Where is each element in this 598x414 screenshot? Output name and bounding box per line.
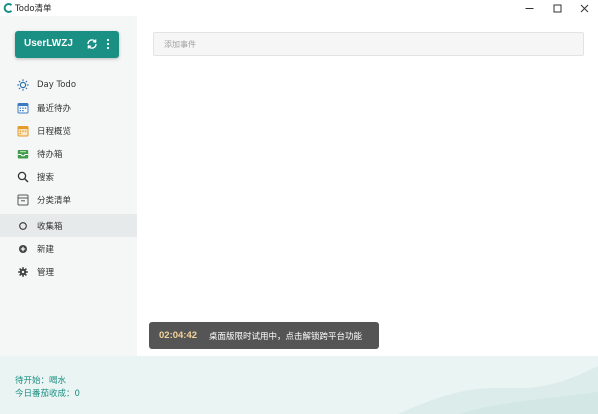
sidebar-item-label: 收集箱 xyxy=(37,221,63,232)
wave-decoration xyxy=(398,366,598,414)
user-card[interactable]: UserLWZJ xyxy=(15,31,119,58)
sidebar: UserLWZJ Day Todo 最近待办 日程概览 待办箱 搜索 分类清单 … xyxy=(0,16,137,356)
app-logo-icon xyxy=(3,3,13,13)
maximize-icon xyxy=(553,4,561,12)
sidebar-item-label: 日程概览 xyxy=(37,126,72,137)
inbox-icon xyxy=(17,149,29,158)
sidebar-item-label: 新建 xyxy=(37,244,55,255)
calendar-icon xyxy=(17,102,29,113)
close-icon xyxy=(580,4,588,12)
trial-toast[interactable]: 02:04:42 桌面版限时试用中，点击解锁跨平台功能 xyxy=(149,322,379,349)
more-vertical-icon[interactable] xyxy=(105,37,111,51)
sidebar-item-category-list[interactable]: 分类清单 xyxy=(0,188,137,211)
minimize-icon xyxy=(525,7,533,9)
sidebar-item-label: 最近待办 xyxy=(37,103,72,114)
trial-countdown: 02:04:42 xyxy=(159,330,198,341)
sidebar-item-search[interactable]: 搜索 xyxy=(0,165,137,188)
title-bar: Todo清单 xyxy=(0,0,598,16)
sidebar-item-label: Day Todo xyxy=(37,79,77,90)
search-icon xyxy=(17,171,29,182)
trial-message: 桌面版限时试用中，点击解锁跨平台功能 xyxy=(209,331,363,342)
schedule-icon xyxy=(17,125,29,136)
main-content xyxy=(137,16,598,356)
sidebar-item-recent[interactable]: 最近待办 xyxy=(0,96,137,119)
sidebar-item-inbox[interactable]: 待办箱 xyxy=(0,142,137,165)
sun-icon xyxy=(17,78,29,91)
gear-icon xyxy=(18,266,28,277)
sidebar-item-day-todo[interactable]: Day Todo xyxy=(0,73,137,96)
window-title: Todo清单 xyxy=(15,4,52,14)
sidebar-item-label: 待办箱 xyxy=(37,149,63,160)
add-event-input[interactable] xyxy=(153,32,584,56)
maximize-button[interactable] xyxy=(543,0,571,16)
sync-icon[interactable] xyxy=(86,38,98,50)
today-tomato-count: 今日番茄收成：0 xyxy=(15,389,80,399)
sidebar-item-new[interactable]: 新建 xyxy=(0,237,137,260)
sidebar-item-schedule[interactable]: 日程概览 xyxy=(0,119,137,142)
sidebar-item-label: 搜索 xyxy=(37,172,55,183)
sidebar-item-collection-box[interactable]: 收集箱 xyxy=(0,214,137,237)
minimize-button[interactable] xyxy=(515,0,543,16)
add-icon xyxy=(19,244,27,253)
sidebar-item-label: 管理 xyxy=(37,267,55,278)
status-footer: 待开始：喝水 今日番茄收成：0 xyxy=(0,356,598,414)
sidebar-item-manage[interactable]: 管理 xyxy=(0,260,137,283)
category-list-icon xyxy=(17,194,29,205)
user-name: UserLWZJ xyxy=(24,38,73,49)
upcoming-task: 待开始：喝水 xyxy=(15,376,67,386)
circle-icon xyxy=(19,221,27,230)
sidebar-item-label: 分类清单 xyxy=(37,195,72,206)
close-button[interactable] xyxy=(570,0,598,16)
